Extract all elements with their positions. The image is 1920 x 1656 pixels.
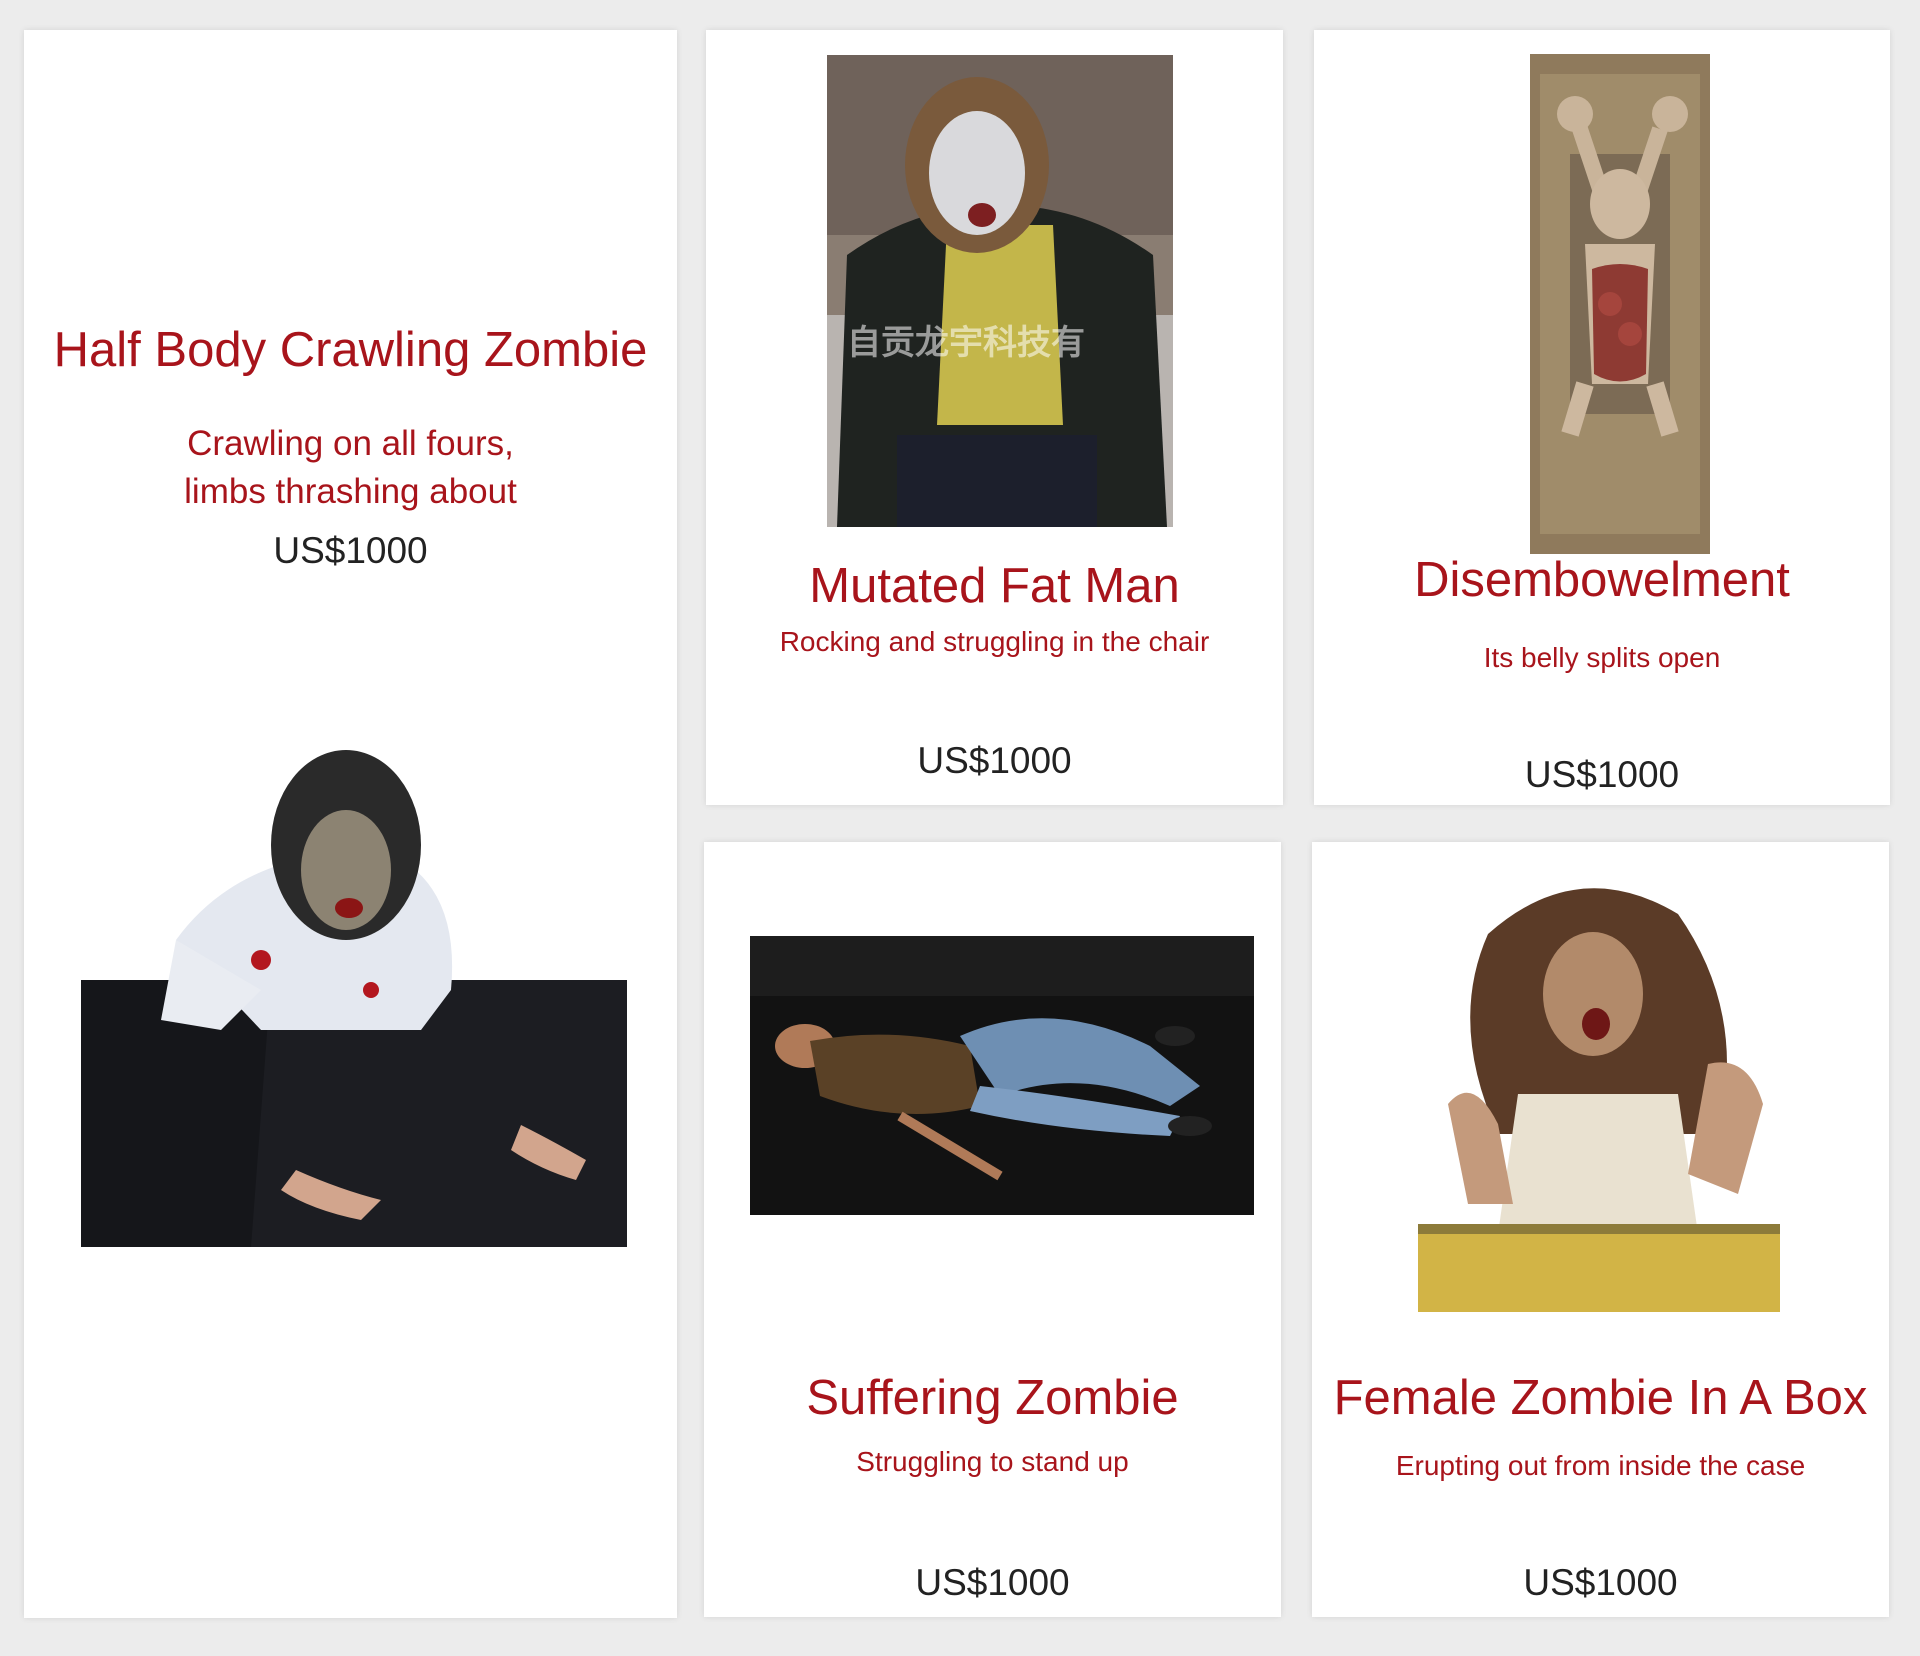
- product-title[interactable]: Suffering Zombie: [704, 1370, 1281, 1426]
- mutated-fat-man-photo[interactable]: 自贡龙宇科技有: [827, 55, 1173, 527]
- product-title[interactable]: Mutated Fat Man: [706, 558, 1283, 614]
- product-price: US$1000: [915, 1562, 1070, 1603]
- product-description: Erupting out from inside the case: [1395, 1450, 1806, 1481]
- product-price: US$1000: [273, 530, 428, 571]
- product-description-line: limbs thrashing about: [184, 472, 517, 511]
- product-card[interactable]: Female Zombie In A Box Erupting out from…: [1312, 842, 1889, 1617]
- photo-watermark: 自贡龙宇科技有: [847, 324, 1085, 362]
- product-description: Rocking and struggling in the chair: [779, 626, 1210, 657]
- product-description-line: Crawling on all fours,: [187, 424, 514, 463]
- product-card[interactable]: 自贡龙宇科技有 Mutated Fat Man Rocking and stru…: [706, 30, 1283, 805]
- product-description: Its belly splits open: [1483, 642, 1721, 673]
- product-title[interactable]: Half Body Crawling Zombie: [24, 322, 677, 378]
- suffering-zombie-photo[interactable]: [750, 936, 1254, 1215]
- female-zombie-box-photo[interactable]: [1418, 874, 1780, 1312]
- disembowelment-photo[interactable]: [1530, 54, 1710, 554]
- product-description: Struggling to stand up: [856, 1446, 1129, 1477]
- product-price: US$1000: [1524, 754, 1680, 795]
- product-card[interactable]: Half Body Crawling Zombie Crawling on al…: [24, 30, 677, 1618]
- product-card[interactable]: Disembowelment Its belly splits open US$…: [1314, 30, 1890, 805]
- product-card[interactable]: Suffering Zombie Struggling to stand up …: [704, 842, 1281, 1617]
- product-title[interactable]: Disembowelment: [1314, 552, 1890, 608]
- product-price: US$1000: [1523, 1562, 1678, 1603]
- product-price: US$1000: [917, 740, 1072, 781]
- crawling-zombie-photo[interactable]: [81, 730, 627, 1247]
- product-title[interactable]: Female Zombie In A Box: [1312, 1370, 1889, 1426]
